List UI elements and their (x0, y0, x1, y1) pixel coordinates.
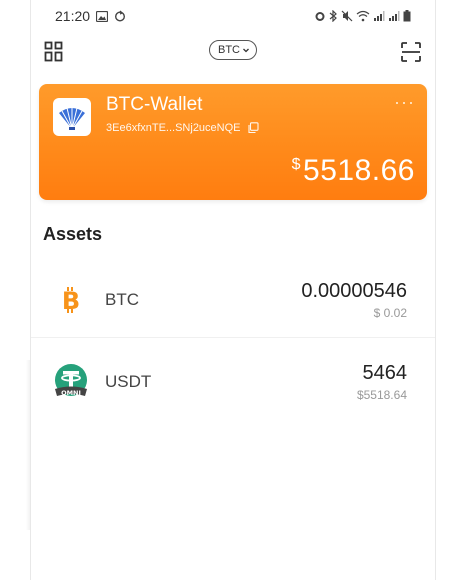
coin-selector-label: BTC (218, 44, 240, 56)
assets-title: Assets (43, 224, 103, 244)
asset-name: BTC (105, 290, 139, 309)
more-options-button[interactable]: ··· (394, 92, 415, 113)
status-bar: 21:20 (31, 0, 435, 32)
wallet-card[interactable]: BTC-Wallet 3Ee6xfxnTE...SNj2uceNQE ··· $… (39, 84, 427, 200)
wallet-balance: $ 5518.66 (292, 154, 415, 188)
apps-grid-icon (44, 41, 63, 62)
alarm-icon (315, 12, 325, 21)
scan-icon (401, 42, 421, 62)
copy-icon[interactable] (247, 122, 259, 134)
wallet-logo (53, 98, 91, 136)
wallet-manage-button[interactable] (43, 40, 67, 64)
tether-omni-icon: OMNI (51, 362, 91, 402)
bluetooth-icon (329, 10, 337, 22)
signal-icon-2 (389, 11, 400, 21)
asset-fiat-value: $5518.64 (356, 388, 407, 402)
wallet-name: BTC-Wallet (106, 94, 203, 115)
wallet-address-row[interactable]: 3Ee6xfxnTE...SNj2uceNQE (106, 122, 259, 134)
coin-selector[interactable]: BTC (209, 40, 257, 60)
sync-notification-icon (115, 10, 126, 22)
top-toolbar: BTC (31, 34, 435, 68)
balance-currency: $ (291, 156, 302, 173)
status-bar-left: 21:20 (55, 8, 126, 24)
balance-value: 5518.66 (303, 154, 415, 187)
asset-row-usdt[interactable]: OMNI USDT 5464 $5518.64 (31, 342, 435, 420)
asset-fiat-value: $ 0.02 (373, 306, 407, 320)
battery-icon (403, 10, 411, 22)
signal-icon-1 (374, 11, 385, 21)
shell-logo-icon (59, 107, 85, 130)
scan-button[interactable] (399, 40, 423, 64)
asset-row-btc[interactable]: B BTC 0.00000546 $ 0.02 (31, 260, 435, 338)
status-time: 21:20 (55, 8, 91, 24)
chevron-down-icon (243, 48, 249, 53)
gallery-notification-icon (96, 10, 109, 22)
status-bar-right (314, 10, 411, 22)
bitcoin-icon: B (51, 280, 91, 320)
phone-screen: 21:20 BTC BTC-Wallet 3Ee6xfxnTE...SNj2uc… (30, 0, 436, 580)
asset-amount: 0.00000546 (301, 280, 407, 302)
asset-amount: 5464 (362, 362, 408, 384)
mute-icon (341, 10, 353, 22)
omni-badge-label: OMNI (61, 389, 81, 397)
asset-name: USDT (105, 372, 152, 391)
wifi-icon (356, 10, 370, 22)
wallet-address: 3Ee6xfxnTE...SNj2uceNQE (106, 122, 241, 134)
